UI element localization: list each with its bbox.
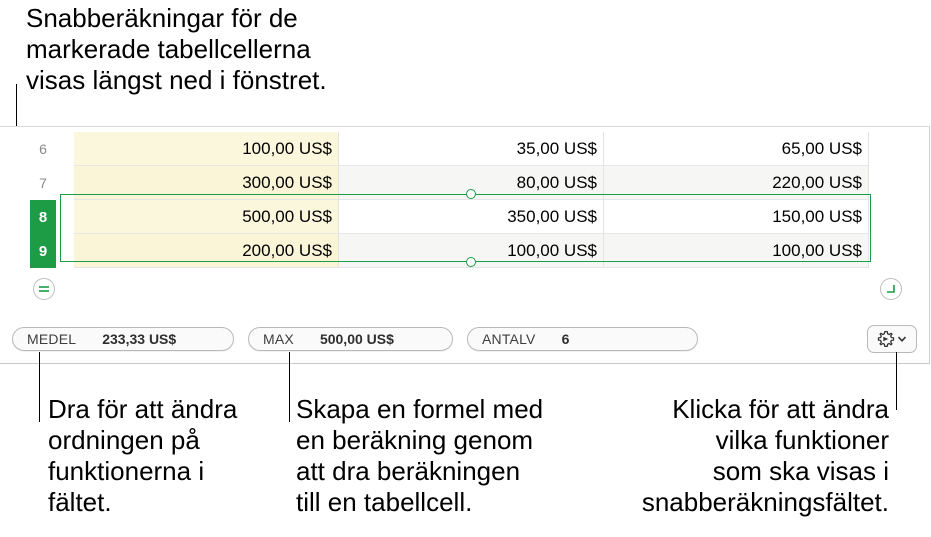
table-cell[interactable]: 100,00 US$ xyxy=(74,132,339,166)
callout-line: Klicka för att ändra xyxy=(672,394,889,424)
callout-line: Skapa en formel med xyxy=(296,394,544,424)
row-gutter xyxy=(56,234,74,268)
table-cell[interactable]: 35,00 US$ xyxy=(339,132,604,166)
add-row-button[interactable] xyxy=(33,278,55,300)
row-gutter xyxy=(56,200,74,234)
quick-calc-value: 6 xyxy=(561,331,570,347)
table-cell[interactable]: 500,00 US$ xyxy=(74,200,339,234)
quick-calc-label: MAX xyxy=(263,331,294,347)
row-number[interactable]: 8 xyxy=(30,200,56,234)
quick-calc-value: 233,33 US$ xyxy=(102,331,177,347)
table-cell[interactable]: 100,00 US$ xyxy=(604,234,869,268)
row-number[interactable]: 9 xyxy=(30,234,56,268)
gear-icon xyxy=(877,330,895,348)
table-row: 8 500,00 US$ 350,00 US$ 150,00 US$ xyxy=(30,200,870,234)
row-gutter xyxy=(56,132,74,166)
callout-leader-reorder xyxy=(39,352,40,422)
quick-calc-label: MEDEL xyxy=(27,331,77,347)
callout-line: markerade tabellcellerna xyxy=(26,34,311,64)
table-cell[interactable]: 200,00 US$ xyxy=(74,234,339,268)
selection-handle-bottom[interactable] xyxy=(466,257,476,267)
callout-leader-settings xyxy=(896,352,897,410)
table-resize-button[interactable] xyxy=(880,278,902,300)
callout-quick-calc: Snabberäkningar för de markerade tabellc… xyxy=(26,3,327,96)
callout-line: Snabberäkningar för de xyxy=(26,3,298,33)
callout-line: visas längst ned i fönstret. xyxy=(26,65,327,95)
quick-calc-value: 500,00 US$ xyxy=(319,331,394,347)
quick-calc-label: ANTALV xyxy=(482,331,536,347)
row-gutter xyxy=(56,166,74,200)
callout-formula: Skapa en formel med en beräkning genom a… xyxy=(296,394,543,518)
callout-leader-formula xyxy=(289,352,290,422)
corner-resize-icon xyxy=(887,285,895,293)
row-number[interactable]: 7 xyxy=(30,166,56,200)
table-cell[interactable]: 300,00 US$ xyxy=(74,166,339,200)
table-row: 7 300,00 US$ 80,00 US$ 220,00 US$ xyxy=(30,166,870,200)
window-border xyxy=(929,127,930,363)
table-cell[interactable]: 150,00 US$ xyxy=(604,200,869,234)
quick-calc-max[interactable]: MAX 500,00 US$ xyxy=(248,327,453,351)
chevron-down-icon xyxy=(897,336,907,342)
callout-line: ordningen på xyxy=(48,425,200,455)
quick-calc-average[interactable]: MEDEL 233,33 US$ xyxy=(12,327,234,351)
callout-line: snabberäkningsfältet. xyxy=(641,487,889,517)
equals-icon xyxy=(39,286,49,292)
callout-line: att dra beräkningen xyxy=(296,456,521,486)
callout-reorder: Dra för att ändra ordningen på funktione… xyxy=(48,394,237,518)
table-cell[interactable]: 350,00 US$ xyxy=(339,200,604,234)
callout-line: en beräkning genom xyxy=(296,425,534,455)
table-cell[interactable]: 220,00 US$ xyxy=(604,166,869,200)
quick-calc-settings-button[interactable] xyxy=(867,325,917,353)
table-row: 9 200,00 US$ 100,00 US$ 100,00 US$ xyxy=(30,234,870,268)
callout-line: funktionerna i xyxy=(48,456,205,486)
callout-settings: Klicka för att ändra vilka funktioner so… xyxy=(642,394,889,518)
callout-line: vilka funktioner xyxy=(715,425,889,455)
row-number[interactable]: 6 xyxy=(30,132,56,166)
callout-line: Dra för att ändra xyxy=(48,394,238,424)
table-row: 6 100,00 US$ 35,00 US$ 65,00 US$ xyxy=(30,132,870,166)
spreadsheet-window: 6 100,00 US$ 35,00 US$ 65,00 US$ 7 300,0… xyxy=(0,126,930,364)
callout-line: till en tabellcell. xyxy=(296,487,473,517)
callout-line: fältet. xyxy=(48,487,112,517)
callout-line: som ska visas i xyxy=(712,456,889,486)
table-cell[interactable]: 65,00 US$ xyxy=(604,132,869,166)
selection-handle-top[interactable] xyxy=(466,189,476,199)
quick-calc-count[interactable]: ANTALV 6 xyxy=(467,327,698,351)
